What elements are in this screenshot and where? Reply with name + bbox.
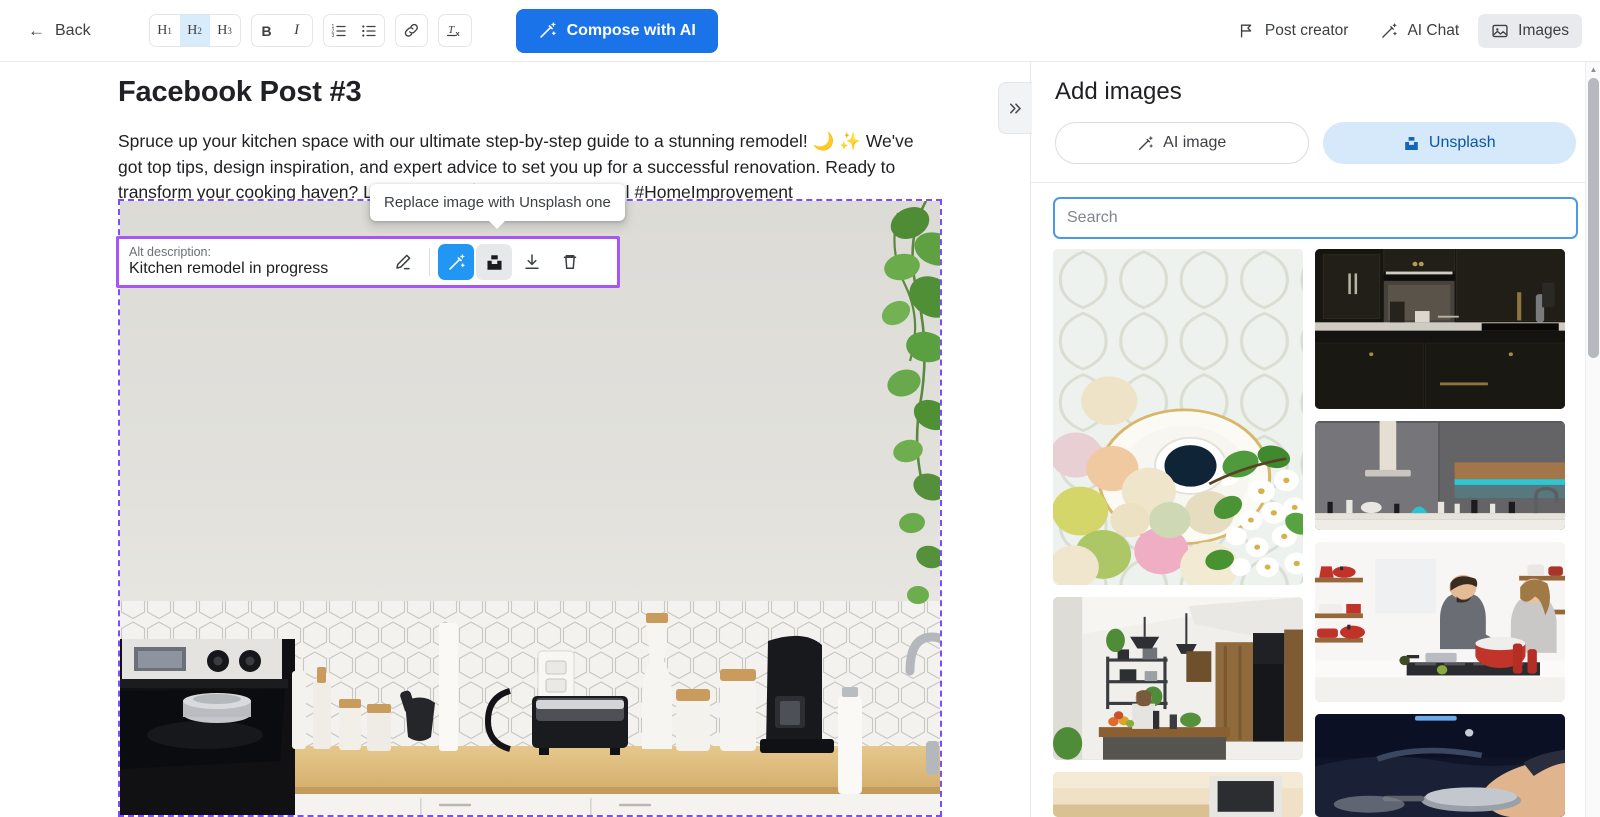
clear-formatting-button-group: T x: [437, 14, 472, 47]
svg-text:3: 3: [331, 33, 334, 39]
ai-wand-icon: [538, 21, 557, 40]
svg-text:x: x: [455, 29, 460, 38]
nav-images-label: Images: [1518, 21, 1569, 39]
result-kitchen-counter-partial-photo[interactable]: [1053, 771, 1303, 817]
scrollbar-thumb[interactable]: [1588, 78, 1599, 358]
results-column-right: [1315, 249, 1565, 817]
download-icon: [522, 252, 542, 272]
selected-image-block[interactable]: [118, 199, 942, 817]
bullet-list-icon: [361, 23, 377, 39]
heading-3-button[interactable]: H3: [210, 15, 240, 46]
top-toolbar: ← Back H1 H2 H3 B I 1 2 3 T x Compose wi…: [0, 0, 1600, 62]
back-button-label: Back: [55, 21, 91, 39]
action-divider: [429, 248, 430, 276]
ai-wand-icon: [1380, 22, 1398, 40]
unsplash-icon: [485, 253, 504, 272]
replace-with-ai-image-button[interactable]: [438, 244, 474, 280]
kitchen-remodel-image[interactable]: [120, 201, 940, 815]
add-images-panel: Add images AI image Unsplash Search ▲: [1030, 62, 1600, 817]
scroll-up-arrow-icon[interactable]: ▲: [1586, 62, 1600, 77]
image-source-tabs: AI image Unsplash: [1055, 122, 1576, 182]
list-button-group: 1 2 3: [322, 14, 385, 47]
compose-with-ai-button[interactable]: Compose with AI: [515, 8, 718, 53]
panel-title: Add images: [1055, 78, 1182, 105]
image-alt-description-toolbar: Alt description: Kitchen remodel in prog…: [116, 236, 620, 288]
arrow-left-icon: ←: [28, 21, 45, 40]
alt-description-field[interactable]: Alt description: Kitchen remodel in prog…: [129, 245, 381, 279]
heading-1-button[interactable]: H1: [150, 15, 180, 46]
unsplash-results-grid: [1031, 249, 1587, 817]
result-dark-kitchen-photo[interactable]: [1315, 249, 1565, 409]
nav-post-creator-label: Post creator: [1264, 21, 1349, 39]
panel-header: Add images AI image Unsplash: [1031, 62, 1600, 182]
search-input[interactable]: [1053, 197, 1578, 239]
alt-description-value: Kitchen remodel in progress: [129, 260, 329, 277]
collapse-panel-handle[interactable]: [998, 82, 1032, 134]
result-couple-cooking-photo[interactable]: [1315, 541, 1565, 702]
clear-formatting-icon: T x: [446, 22, 464, 39]
bold-button[interactable]: B: [252, 15, 282, 46]
results-column-left: [1053, 249, 1303, 817]
nav-ai-chat-label: AI Chat: [1407, 21, 1460, 39]
post-editor[interactable]: Facebook Post #3 Spruce up your kitchen …: [0, 62, 1030, 817]
link-button[interactable]: [396, 15, 427, 46]
megaphone-icon: [1238, 22, 1256, 40]
image-action-buttons: [385, 244, 588, 280]
nav-ai-chat[interactable]: AI Chat: [1367, 14, 1472, 48]
heading-2-button[interactable]: H2: [179, 15, 210, 46]
ai-wand-icon: [447, 253, 466, 272]
result-concrete-kitchen-photo[interactable]: [1315, 420, 1565, 530]
clear-formatting-button[interactable]: T x: [439, 15, 471, 46]
tab-unsplash[interactable]: Unsplash: [1322, 122, 1576, 164]
trash-icon: [560, 252, 580, 272]
tab-ai-image-label: AI image: [1163, 134, 1227, 151]
heading-1-sub: 1: [167, 25, 172, 36]
nav-images[interactable]: Images: [1478, 13, 1582, 48]
result-chef-cooking-dark-photo[interactable]: [1315, 713, 1565, 817]
ordered-list-button[interactable]: 1 2 3: [324, 15, 354, 46]
chevron-double-right-icon: [1008, 101, 1023, 116]
link-button-group: [394, 14, 428, 47]
panel-scrollbar[interactable]: ▲: [1585, 62, 1600, 817]
page-title: Facebook Post #3: [118, 76, 362, 108]
ai-wand-icon: [1137, 135, 1154, 152]
svg-text:T: T: [448, 24, 455, 36]
replace-with-unsplash-button[interactable]: [476, 244, 512, 280]
nav-post-creator[interactable]: Post creator: [1225, 14, 1362, 48]
panel-switcher: Post creator AI Chat Images: [1225, 13, 1582, 48]
ordered-list-icon: 1 2 3: [331, 23, 347, 39]
italic-button[interactable]: I: [282, 15, 312, 46]
delete-image-button[interactable]: [552, 244, 588, 280]
back-button[interactable]: ← Back: [22, 16, 97, 46]
alt-description-label: Alt description:: [129, 245, 211, 259]
pencil-icon: [393, 252, 413, 272]
unsplash-icon: [1403, 135, 1420, 152]
image-icon: [1491, 22, 1509, 40]
text-style-button-group: B I: [250, 14, 313, 47]
bullet-list-button[interactable]: [354, 15, 384, 46]
compose-with-ai-label: Compose with AI: [566, 21, 696, 39]
unsplash-replace-tooltip: Replace image with Unsplash one: [370, 184, 625, 229]
tab-ai-image[interactable]: AI image: [1055, 122, 1309, 164]
result-macarons-coffee-tile-photo[interactable]: [1053, 249, 1303, 586]
tab-unsplash-label: Unsplash: [1428, 134, 1496, 151]
link-icon: [403, 22, 420, 39]
heading-2-sub: 2: [197, 25, 202, 36]
formatting-toolbar: H1 H2 H3 B I 1 2 3 T x: [148, 14, 472, 47]
heading-button-group: H1 H2 H3: [148, 14, 241, 47]
heading-3-sub: 3: [227, 25, 232, 36]
result-rustic-kitchen-woman-photo[interactable]: [1053, 597, 1303, 760]
edit-alt-description-button[interactable]: [385, 244, 421, 280]
download-image-button[interactable]: [514, 244, 550, 280]
tooltip-text: Replace image with Unsplash one: [384, 194, 611, 211]
search-section: [1031, 183, 1600, 249]
